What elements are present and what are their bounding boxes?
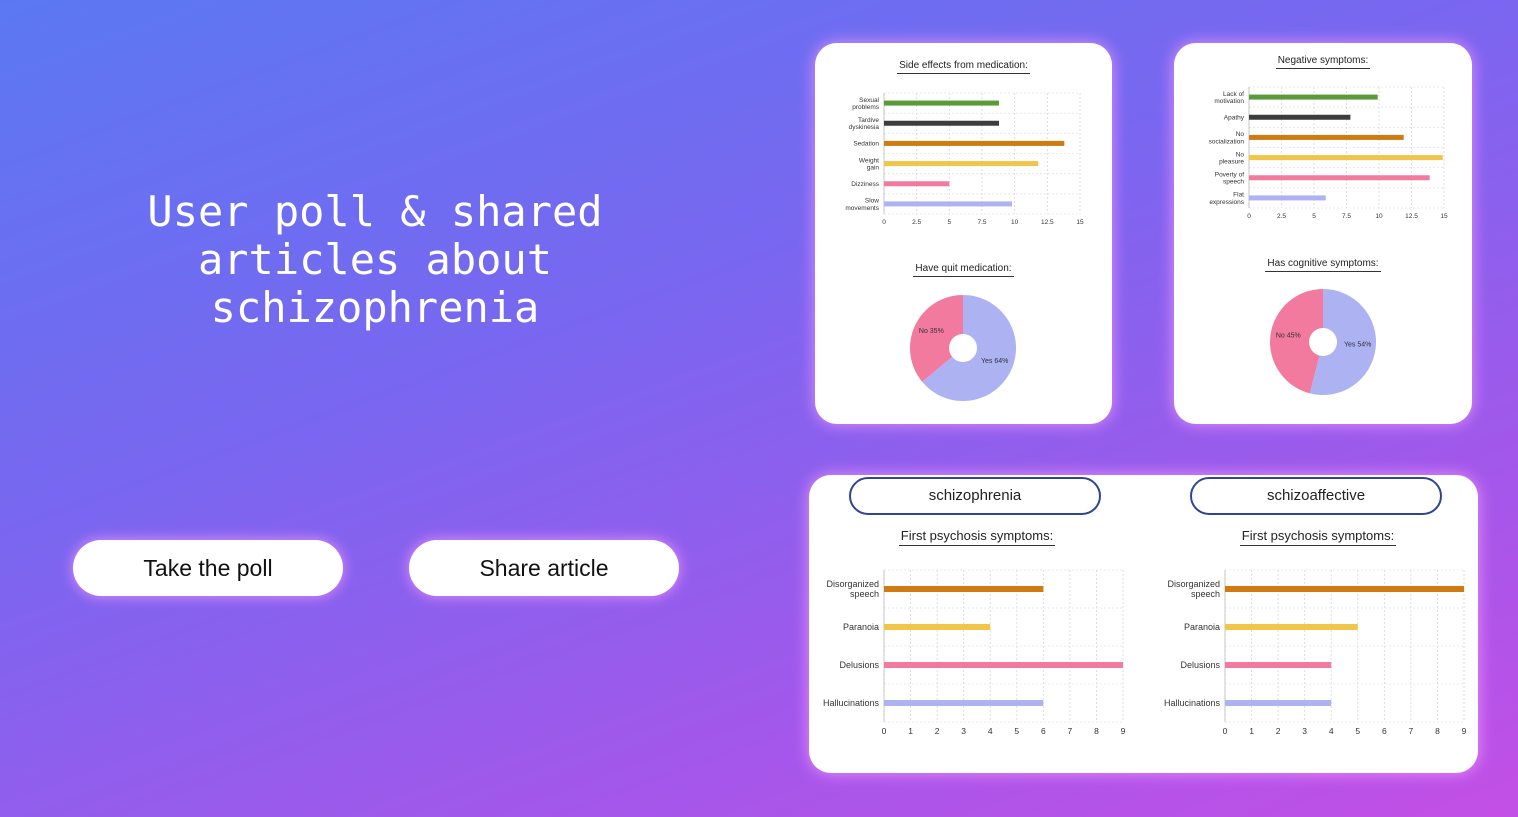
- x-tick-label: 7: [1409, 726, 1414, 736]
- category-label: Paranoia: [1184, 622, 1220, 632]
- medication-card: Side effects from medication: 0 2.5 5 7.5 10…: [815, 43, 1112, 424]
- hero-title: User poll & shared articles about schizo…: [147, 187, 603, 332]
- category-label: Disorganized speech: [1167, 579, 1220, 599]
- quit-medication-pie-chart: Yes 64% No 35%: [910, 295, 1016, 401]
- bar: [1225, 586, 1464, 592]
- x-tick-label: 4: [1329, 726, 1334, 736]
- take-poll-button[interactable]: Take the poll: [73, 540, 343, 596]
- bar: [1225, 662, 1332, 668]
- slice-label: Yes 64%: [981, 358, 1008, 365]
- cognitive-symptoms-pie-chart: Yes 54% No 45%: [1270, 289, 1376, 395]
- x-tick-label: 5: [1355, 726, 1360, 736]
- slice-label: No 45%: [1276, 333, 1301, 340]
- bar: [1225, 624, 1358, 630]
- x-tick-label: 9: [1462, 726, 1467, 736]
- x-tick-label: 0: [1223, 726, 1228, 736]
- symptoms-card: Negative symptoms: 0 2.5 5 7.5 10 12.5 15 Lack …: [1174, 43, 1472, 424]
- x-tick-label: 8: [1435, 726, 1440, 736]
- category-label: Delusions: [1180, 660, 1220, 670]
- first-psychosis-card: schizophrenia schizoaffective First psyc…: [809, 475, 1478, 773]
- bar: [1225, 700, 1332, 706]
- share-article-button[interactable]: Share article: [409, 540, 679, 596]
- x-tick-label: 3: [1302, 726, 1307, 736]
- schizoaffective-psychosis-bar-chart: 0 1 2 3 4 5 6 7 8 9 Disorganized speech Paranoia Delu…: [1164, 569, 1467, 736]
- slice-label: Yes 54%: [1344, 341, 1371, 348]
- x-tick-label: 1: [1249, 726, 1254, 736]
- x-tick-label: 6: [1382, 726, 1387, 736]
- category-label: Hallucinations: [1164, 698, 1221, 708]
- x-tick-label: 2: [1276, 726, 1281, 736]
- slice-label: No 35%: [919, 328, 944, 335]
